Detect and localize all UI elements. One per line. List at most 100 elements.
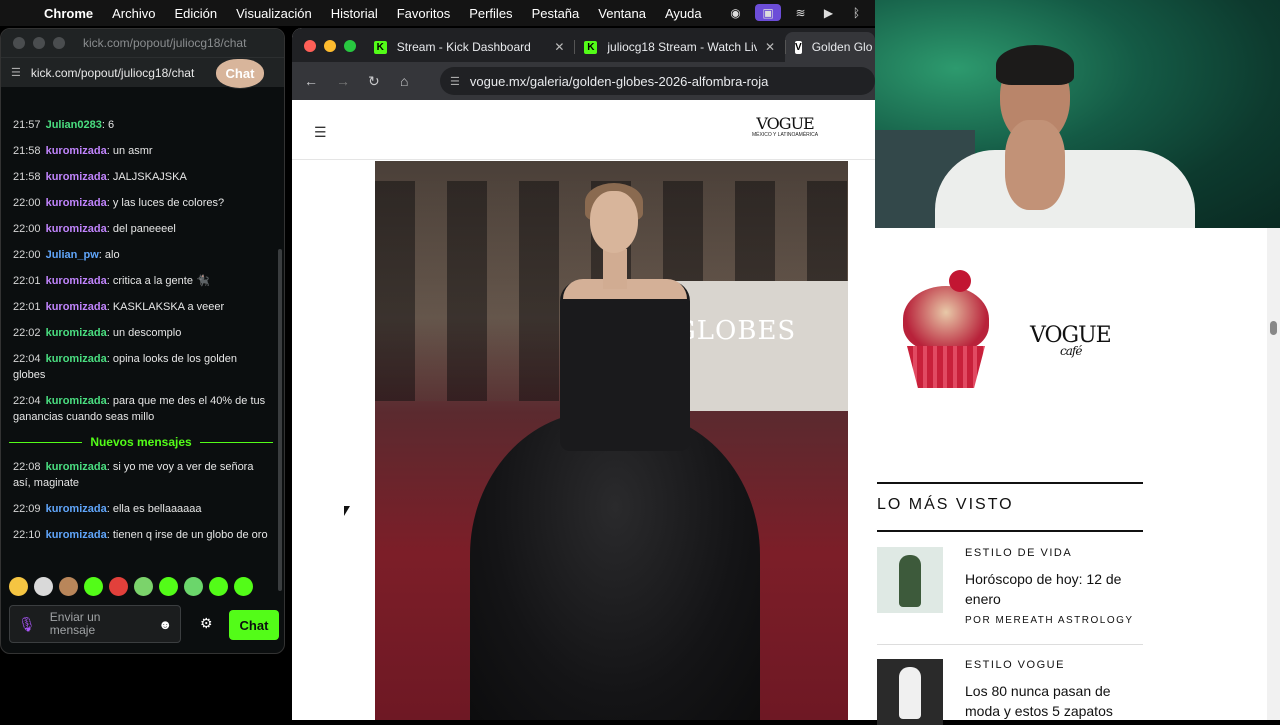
article-thumbnail[interactable]	[877, 547, 943, 613]
vogue-favicon-icon: V	[795, 40, 802, 54]
emote-icon[interactable]	[184, 577, 203, 596]
tab-kick-dashboard[interactable]: K Stream - Kick Dashboard ✕	[364, 32, 575, 62]
message-username[interactable]: kuromizada	[46, 461, 107, 473]
chat-scrollbar[interactable]	[278, 249, 282, 591]
article-category[interactable]: ESTILO VOGUE	[965, 659, 1065, 671]
message-username[interactable]: kuromizada	[46, 327, 107, 339]
emote-icon[interactable]	[109, 577, 128, 596]
emote-icon[interactable]	[84, 577, 103, 596]
message-username[interactable]: kuromizada	[46, 145, 107, 157]
article-thumbnail[interactable]	[877, 659, 943, 725]
page-scroll-thumb[interactable]	[1270, 321, 1277, 335]
chat-message[interactable]: 22:01 kuromizada: KASKLAKSKA a veeer	[13, 299, 269, 315]
zoom-window-button[interactable]	[343, 40, 356, 52]
screen-share-icon[interactable]: ▣	[755, 4, 781, 21]
chat-message[interactable]: 21:57 Julian0283: 6	[13, 117, 269, 133]
menu-ventana[interactable]: Ventana	[598, 6, 646, 21]
site-settings-icon[interactable]: ☰	[11, 66, 21, 79]
chat-message[interactable]: 22:02 kuromizada: un descomplo	[13, 325, 269, 341]
menu-edicion[interactable]: Edición	[174, 6, 217, 21]
home-icon[interactable]: ⌂	[400, 73, 432, 89]
message-username[interactable]: Julian_pw	[46, 249, 99, 261]
tab-golden-globes[interactable]: V Golden Glo	[785, 32, 875, 62]
message-username[interactable]: kuromizada	[46, 529, 107, 541]
vogue-logo[interactable]: VOGUE MÉXICO Y LATINOAMÉRICA	[752, 115, 818, 138]
emote-icon[interactable]	[134, 577, 153, 596]
obs-icon[interactable]: ◉	[727, 4, 744, 21]
chat-popout-window: kick.com/popout/juliocg18/chat ☰ kick.co…	[0, 28, 285, 654]
play-icon[interactable]: ▶	[820, 4, 837, 21]
reload-icon[interactable]: ↻	[368, 73, 400, 90]
bluetooth-icon[interactable]: ᛒ	[848, 4, 865, 21]
message-username[interactable]: kuromizada	[46, 353, 107, 365]
menu-app-name[interactable]: Chrome	[44, 6, 93, 21]
address-bar[interactable]: ☰ vogue.mx/galeria/golden-globes-2026-al…	[440, 67, 875, 95]
message-text: : 6	[101, 119, 115, 131]
tab-juliocg18-stream[interactable]: K juliocg18 Stream - Watch Live ✕	[574, 32, 785, 62]
minimize-window-button[interactable]	[33, 37, 45, 49]
chat-message[interactable]: 22:08 kuromizada: si yo me voy a ver de …	[13, 459, 269, 491]
chat-message[interactable]: 21:58 kuromizada: JALJSKAJSKA	[13, 169, 269, 185]
wifi-off-icon[interactable]: ≋	[792, 4, 809, 21]
zoom-window-button[interactable]	[53, 37, 65, 49]
page-url[interactable]: vogue.mx/galeria/golden-globes-2026-alfo…	[470, 74, 768, 89]
menu-pestana[interactable]: Pestaña	[532, 6, 580, 21]
emote-icon[interactable]	[59, 577, 78, 596]
site-settings-icon[interactable]: ☰	[450, 75, 460, 88]
chat-input[interactable]: 🎙 Enviar un mensaje ☻	[9, 605, 181, 643]
emote-icon[interactable]	[209, 577, 228, 596]
menu-visualizacion[interactable]: Visualización	[236, 6, 312, 21]
message-username[interactable]: kuromizada	[46, 301, 107, 313]
menu-favoritos[interactable]: Favoritos	[397, 6, 450, 21]
hamburger-menu-icon[interactable]: ☰	[314, 124, 327, 141]
chat-message[interactable]: 22:00 kuromizada: y las luces de colores…	[13, 195, 269, 211]
menu-perfiles[interactable]: Perfiles	[469, 6, 512, 21]
menu-historial[interactable]: Historial	[331, 6, 378, 21]
emote-icon[interactable]	[34, 577, 53, 596]
message-username[interactable]: kuromizada	[46, 275, 107, 287]
chat-message[interactable]: 21:58 kuromizada: un asmr	[13, 143, 269, 159]
article-title[interactable]: Los 80 nunca pasan de moda y estos 5 zap…	[965, 681, 1145, 721]
send-chat-button[interactable]: Chat	[229, 610, 279, 640]
vogue-logo-subtitle: MÉXICO Y LATINOAMÉRICA	[752, 132, 819, 138]
emote-icon[interactable]	[234, 577, 253, 596]
close-tab-icon[interactable]: ✕	[554, 40, 564, 54]
chat-url[interactable]: kick.com/popout/juliocg18/chat	[31, 66, 194, 80]
page-scrollbar[interactable]	[1267, 228, 1280, 720]
cupcake-ad-image[interactable]	[897, 268, 997, 408]
message-username[interactable]: kuromizada	[46, 503, 107, 515]
close-tab-icon[interactable]: ✕	[765, 40, 775, 54]
menu-archivo[interactable]: Archivo	[112, 6, 155, 21]
gallery-photo[interactable]: GLOBES	[375, 161, 848, 720]
emoji-icon[interactable]: ☻	[158, 617, 172, 632]
back-icon[interactable]: ←	[304, 73, 336, 89]
chat-message[interactable]: 22:04 kuromizada: para que me des el 40%…	[13, 393, 269, 425]
chat-message[interactable]: 22:00 kuromizada: del paneeeel	[13, 221, 269, 237]
vogue-cafe-logo[interactable]: VOGUE café	[1030, 323, 1112, 358]
message-username[interactable]: kuromizada	[46, 171, 107, 183]
close-window-button[interactable]	[304, 40, 316, 52]
menu-ayuda[interactable]: Ayuda	[665, 6, 702, 21]
chat-message[interactable]: 22:09 kuromizada: ella es bellaaaaaa	[13, 501, 269, 517]
minimize-window-button[interactable]	[323, 40, 336, 52]
chat-message[interactable]: 22:04 kuromizada: opina looks de los gol…	[13, 351, 269, 383]
gear-icon[interactable]: ⚙	[200, 615, 213, 632]
chat-message[interactable]: 22:01 kuromizada: critica a la gente 🐈‍⬛	[13, 273, 269, 289]
message-username[interactable]: Julian0283	[46, 119, 102, 131]
mic-icon[interactable]: 🎙	[18, 616, 36, 633]
message-username[interactable]: kuromizada	[46, 223, 107, 235]
article-title[interactable]: Horóscopo de hoy: 12 de enero	[965, 569, 1145, 609]
article-category[interactable]: ESTILO DE VIDA	[965, 547, 1072, 559]
streamer-hand	[1005, 120, 1065, 210]
emote-icon[interactable]	[159, 577, 178, 596]
chat-message[interactable]: 22:10 kuromizada: tienen q irse de un gl…	[13, 527, 269, 543]
close-window-button[interactable]	[13, 37, 25, 49]
chat-message-list[interactable]: 21:57 Julian0283: 6 21:58 kuromizada: un …	[1, 117, 281, 595]
chat-message[interactable]: 22:00 Julian_pw: alo	[13, 247, 269, 263]
section-rule-bottom	[877, 530, 1143, 532]
forward-icon[interactable]: →	[336, 73, 368, 89]
emote-icon[interactable]	[9, 577, 28, 596]
article-byline: POR MEREATH ASTROLOGY	[965, 615, 1134, 626]
message-username[interactable]: kuromizada	[46, 395, 107, 407]
message-username[interactable]: kuromizada	[46, 197, 107, 209]
